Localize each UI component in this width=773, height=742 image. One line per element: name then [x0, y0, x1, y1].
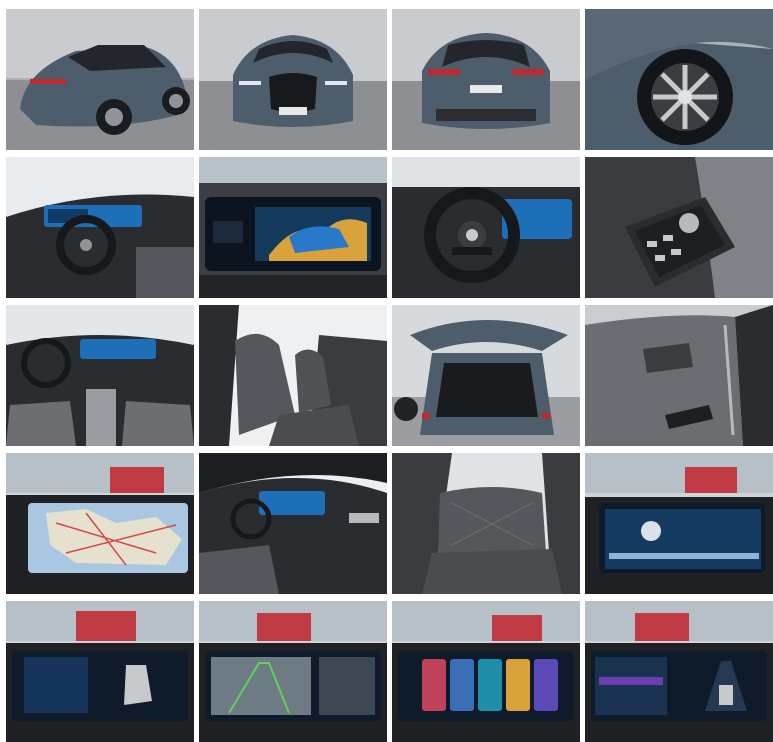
photo-car-wheel[interactable] — [585, 9, 773, 150]
photo-rear-seats[interactable] — [392, 453, 580, 594]
photo-screen-camera-view[interactable] — [199, 601, 387, 742]
car-wheel-image — [585, 9, 773, 150]
instrument-display-image — [199, 157, 387, 298]
dashboard-passenger-side-image — [199, 453, 387, 594]
infotainment-menu-image — [585, 453, 773, 594]
steering-wheel-image — [392, 157, 580, 298]
photo-front-seat-side[interactable] — [199, 305, 387, 446]
screen-app-widgets-image — [392, 601, 580, 742]
photo-dashboard-passenger-side[interactable] — [199, 453, 387, 594]
screen-seat-settings-image — [6, 601, 194, 742]
photo-car-rear[interactable] — [392, 9, 580, 150]
photo-car-front[interactable] — [199, 9, 387, 150]
photo-interior-dashboard-wide[interactable] — [6, 157, 194, 298]
photo-interior-front-seats[interactable] — [6, 305, 194, 446]
photo-navigation-screen[interactable] — [6, 453, 194, 594]
door-panel-image — [585, 305, 773, 446]
center-console-controls-image — [585, 157, 773, 298]
photo-open-trunk[interactable] — [392, 305, 580, 446]
car-rear-three-quarter-image — [6, 9, 194, 150]
photo-infotainment-menu[interactable] — [585, 453, 773, 594]
photo-screen-driver-assistance[interactable] — [585, 601, 773, 742]
photo-screen-seat-settings[interactable] — [6, 601, 194, 742]
screen-camera-view-image — [199, 601, 387, 742]
photo-center-console-controls[interactable] — [585, 157, 773, 298]
open-trunk-image — [392, 305, 580, 446]
car-rear-image — [392, 9, 580, 150]
photo-door-panel[interactable] — [585, 305, 773, 446]
interior-dashboard-wide-image — [6, 157, 194, 298]
photo-instrument-display[interactable] — [199, 157, 387, 298]
photo-gallery-grid — [6, 9, 773, 742]
interior-front-seats-image — [6, 305, 194, 446]
rear-seats-image — [392, 453, 580, 594]
screen-driver-assistance-image — [585, 601, 773, 742]
navigation-screen-image — [6, 453, 194, 594]
car-front-image — [199, 9, 387, 150]
photo-steering-wheel[interactable] — [392, 157, 580, 298]
photo-screen-app-widgets[interactable] — [392, 601, 580, 742]
photo-car-rear-three-quarter[interactable] — [6, 9, 194, 150]
front-seat-side-image — [199, 305, 387, 446]
